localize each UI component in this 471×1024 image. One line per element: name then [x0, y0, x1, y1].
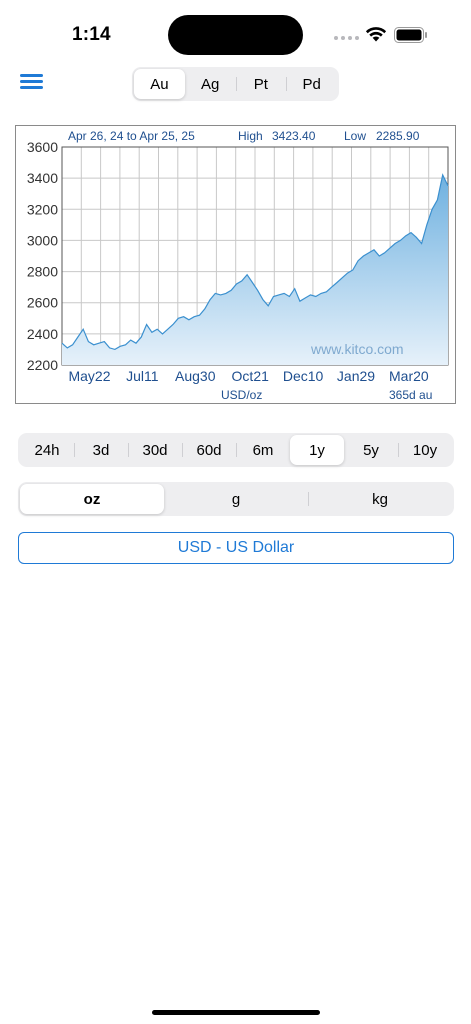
battery-icon [394, 27, 427, 43]
metal-option-au[interactable]: Au [134, 69, 185, 99]
period-label: 365d au [389, 388, 432, 402]
x-tick-label: Jul11 [126, 368, 159, 384]
x-tick-label: Oct21 [232, 368, 270, 384]
period-option-60d[interactable]: 60d [182, 435, 236, 465]
metal-selector: Au Ag Pt Pd [132, 67, 339, 101]
period-option-24h[interactable]: 24h [20, 435, 74, 465]
period-option-6m[interactable]: 6m [236, 435, 290, 465]
unit-option-g[interactable]: g [164, 484, 308, 514]
y-tick-label: 2400 [27, 326, 58, 342]
y-tick-label: 3600 [27, 139, 58, 155]
y-unit-label: USD/oz [221, 388, 262, 402]
status-bar: 1:14 [0, 0, 471, 70]
period-option-5y[interactable]: 5y [344, 435, 398, 465]
high-label: High [238, 129, 263, 143]
status-time: 1:14 [72, 24, 111, 45]
period-option-1y[interactable]: 1y [290, 435, 344, 465]
x-tick-label: Jan29 [337, 368, 375, 384]
y-tick-label: 3200 [27, 201, 58, 217]
y-tick-label: 2200 [27, 357, 58, 373]
period-selector: 24h 3d 30d 60d 6m 1y 5y 10y [18, 433, 454, 467]
y-tick-label: 3400 [27, 170, 58, 186]
y-tick-label: 3000 [27, 232, 58, 248]
high-value: 3423.40 [272, 129, 316, 143]
wifi-icon [365, 27, 387, 42]
x-tick-label: Dec10 [283, 368, 324, 384]
unit-option-kg[interactable]: kg [308, 484, 452, 514]
x-tick-label: Aug30 [175, 368, 216, 384]
metal-option-pt[interactable]: Pt [235, 69, 287, 99]
price-chart-svg: Apr 26, 24 to Apr 25, 25 High 3423.40 Lo… [27, 129, 449, 402]
unit-selector: oz g kg [18, 482, 454, 516]
period-option-30d[interactable]: 30d [128, 435, 182, 465]
dynamic-island [168, 15, 303, 55]
metal-option-ag[interactable]: Ag [185, 69, 236, 99]
period-option-10y[interactable]: 10y [398, 435, 452, 465]
date-range-label: Apr 26, 24 to Apr 25, 25 [68, 129, 195, 143]
watermark: www.kitco.com [310, 341, 404, 357]
price-chart: Apr 26, 24 to Apr 25, 25 High 3423.40 Lo… [15, 125, 456, 404]
hamburger-menu-icon[interactable] [20, 74, 44, 94]
y-tick-label: 2600 [27, 295, 58, 311]
low-label: Low [344, 129, 366, 143]
period-option-3d[interactable]: 3d [74, 435, 128, 465]
x-tick-label: May22 [68, 368, 110, 384]
cellular-signal-icon [334, 36, 359, 40]
metal-option-pd[interactable]: Pd [286, 69, 337, 99]
x-tick-label: Mar20 [389, 368, 429, 384]
low-value: 2285.90 [376, 129, 420, 143]
unit-option-oz[interactable]: oz [20, 484, 164, 514]
home-indicator [152, 1010, 320, 1015]
y-tick-label: 2800 [27, 264, 58, 280]
currency-button[interactable]: USD - US Dollar [18, 532, 454, 564]
